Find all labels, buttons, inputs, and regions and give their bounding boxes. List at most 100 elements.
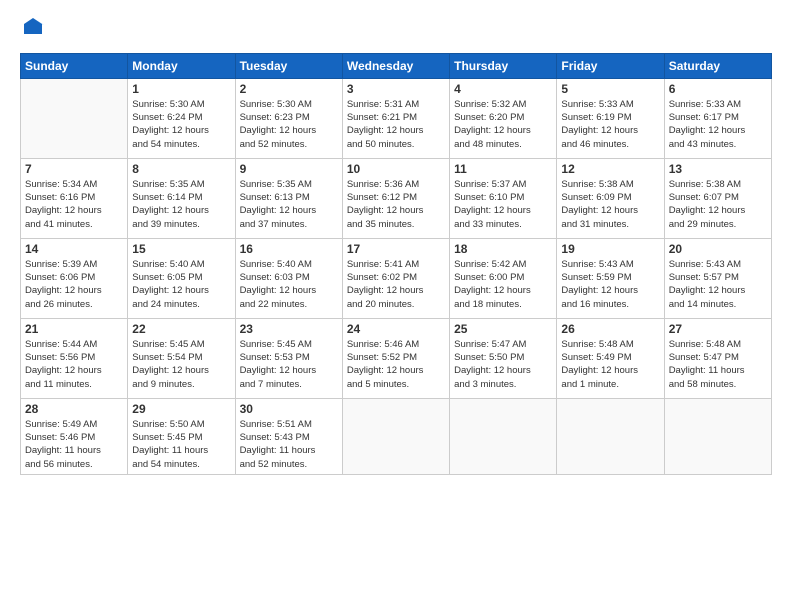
day-info: Sunrise: 5:32 AM Sunset: 6:20 PM Dayligh…	[454, 98, 552, 151]
calendar-cell: 29 Sunrise: 5:50 AM Sunset: 5:45 PM Dayli…	[128, 398, 235, 474]
calendar-cell: 9Sunrise: 5:35 AM Sunset: 6:13 PM Daylig…	[235, 158, 342, 238]
day-number: 11	[454, 162, 552, 176]
calendar-body: 1 Sunrise: 5:30 AM Sunset: 6:24 PM Daylig…	[21, 78, 772, 474]
day-number: 2	[240, 82, 338, 96]
header	[20, 16, 772, 43]
calendar-cell: 3 Sunrise: 5:31 AM Sunset: 6:21 PM Daylig…	[342, 78, 449, 158]
day-info: Sunrise: 5:51 AM Sunset: 5:43 PM Dayligh…	[240, 418, 338, 471]
calendar-cell: 15 Sunrise: 5:40 AM Sunset: 6:05 PM Dayli…	[128, 238, 235, 318]
day-info: Sunrise: 5:30 AM Sunset: 6:24 PM Dayligh…	[132, 98, 230, 151]
day-info: Sunrise: 5:38 AM Sunset: 6:09 PM Dayligh…	[561, 178, 659, 231]
day-number: 27	[669, 322, 767, 336]
calendar-cell: 13 Sunrise: 5:38 AM Sunset: 6:07 PM Dayli…	[664, 158, 771, 238]
calendar-cell	[664, 398, 771, 474]
day-info: Sunrise: 5:45 AM Sunset: 5:53 PM Dayligh…	[240, 338, 338, 391]
calendar-day-header: Friday	[557, 53, 664, 78]
calendar-cell: 16Sunrise: 5:40 AM Sunset: 6:03 PM Dayli…	[235, 238, 342, 318]
calendar-cell	[450, 398, 557, 474]
day-number: 4	[454, 82, 552, 96]
day-number: 15	[132, 242, 230, 256]
calendar-day-header: Saturday	[664, 53, 771, 78]
day-info: Sunrise: 5:45 AM Sunset: 5:54 PM Dayligh…	[132, 338, 230, 391]
day-info: Sunrise: 5:40 AM Sunset: 6:03 PM Dayligh…	[240, 258, 338, 311]
day-info: Sunrise: 5:39 AM Sunset: 6:06 PM Dayligh…	[25, 258, 123, 311]
day-info: Sunrise: 5:36 AM Sunset: 6:12 PM Dayligh…	[347, 178, 445, 231]
calendar-cell: 26Sunrise: 5:48 AM Sunset: 5:49 PM Dayli…	[557, 318, 664, 398]
day-number: 19	[561, 242, 659, 256]
day-number: 26	[561, 322, 659, 336]
day-number: 25	[454, 322, 552, 336]
calendar-cell: 10 Sunrise: 5:36 AM Sunset: 6:12 PM Dayli…	[342, 158, 449, 238]
calendar-cell: 4 Sunrise: 5:32 AM Sunset: 6:20 PM Daylig…	[450, 78, 557, 158]
calendar-day-header: Tuesday	[235, 53, 342, 78]
day-number: 5	[561, 82, 659, 96]
calendar-week-row: 14Sunrise: 5:39 AM Sunset: 6:06 PM Dayli…	[21, 238, 772, 318]
calendar-cell: 28 Sunrise: 5:49 AM Sunset: 5:46 PM Dayli…	[21, 398, 128, 474]
day-number: 20	[669, 242, 767, 256]
day-number: 29	[132, 402, 230, 416]
logo-text	[20, 16, 44, 43]
day-number: 3	[347, 82, 445, 96]
day-info: Sunrise: 5:43 AM Sunset: 5:59 PM Dayligh…	[561, 258, 659, 311]
calendar-cell	[557, 398, 664, 474]
calendar-cell: 6 Sunrise: 5:33 AM Sunset: 6:17 PM Daylig…	[664, 78, 771, 158]
calendar-day-header: Sunday	[21, 53, 128, 78]
day-info: Sunrise: 5:42 AM Sunset: 6:00 PM Dayligh…	[454, 258, 552, 311]
day-number: 22	[132, 322, 230, 336]
calendar-week-row: 21Sunrise: 5:44 AM Sunset: 5:56 PM Dayli…	[21, 318, 772, 398]
calendar-cell: 22 Sunrise: 5:45 AM Sunset: 5:54 PM Dayli…	[128, 318, 235, 398]
day-number: 7	[25, 162, 123, 176]
day-info: Sunrise: 5:35 AM Sunset: 6:13 PM Dayligh…	[240, 178, 338, 231]
calendar-week-row: 1 Sunrise: 5:30 AM Sunset: 6:24 PM Daylig…	[21, 78, 772, 158]
day-info: Sunrise: 5:30 AM Sunset: 6:23 PM Dayligh…	[240, 98, 338, 151]
day-number: 12	[561, 162, 659, 176]
calendar-cell: 27 Sunrise: 5:48 AM Sunset: 5:47 PM Dayli…	[664, 318, 771, 398]
day-info: Sunrise: 5:31 AM Sunset: 6:21 PM Dayligh…	[347, 98, 445, 151]
day-info: Sunrise: 5:38 AM Sunset: 6:07 PM Dayligh…	[669, 178, 767, 231]
calendar-cell: 11Sunrise: 5:37 AM Sunset: 6:10 PM Dayli…	[450, 158, 557, 238]
day-info: Sunrise: 5:46 AM Sunset: 5:52 PM Dayligh…	[347, 338, 445, 391]
day-number: 24	[347, 322, 445, 336]
day-number: 10	[347, 162, 445, 176]
day-info: Sunrise: 5:33 AM Sunset: 6:19 PM Dayligh…	[561, 98, 659, 151]
day-number: 18	[454, 242, 552, 256]
calendar-cell: 2 Sunrise: 5:30 AM Sunset: 6:23 PM Daylig…	[235, 78, 342, 158]
day-info: Sunrise: 5:33 AM Sunset: 6:17 PM Dayligh…	[669, 98, 767, 151]
day-info: Sunrise: 5:48 AM Sunset: 5:47 PM Dayligh…	[669, 338, 767, 391]
calendar-cell: 17 Sunrise: 5:41 AM Sunset: 6:02 PM Dayli…	[342, 238, 449, 318]
calendar-day-header: Wednesday	[342, 53, 449, 78]
calendar: SundayMondayTuesdayWednesdayThursdayFrid…	[20, 53, 772, 475]
day-info: Sunrise: 5:40 AM Sunset: 6:05 PM Dayligh…	[132, 258, 230, 311]
calendar-cell: 23Sunrise: 5:45 AM Sunset: 5:53 PM Dayli…	[235, 318, 342, 398]
day-info: Sunrise: 5:49 AM Sunset: 5:46 PM Dayligh…	[25, 418, 123, 471]
day-number: 8	[132, 162, 230, 176]
calendar-cell: 5 Sunrise: 5:33 AM Sunset: 6:19 PM Daylig…	[557, 78, 664, 158]
calendar-cell: 18 Sunrise: 5:42 AM Sunset: 6:00 PM Dayli…	[450, 238, 557, 318]
calendar-cell	[21, 78, 128, 158]
calendar-cell: 30Sunrise: 5:51 AM Sunset: 5:43 PM Dayli…	[235, 398, 342, 474]
calendar-cell: 24 Sunrise: 5:46 AM Sunset: 5:52 PM Dayli…	[342, 318, 449, 398]
calendar-header-row: SundayMondayTuesdayWednesdayThursdayFrid…	[21, 53, 772, 78]
calendar-cell: 19 Sunrise: 5:43 AM Sunset: 5:59 PM Dayli…	[557, 238, 664, 318]
logo-icon	[22, 16, 44, 38]
day-info: Sunrise: 5:34 AM Sunset: 6:16 PM Dayligh…	[25, 178, 123, 231]
day-number: 1	[132, 82, 230, 96]
calendar-cell: 7 Sunrise: 5:34 AM Sunset: 6:16 PM Daylig…	[21, 158, 128, 238]
day-info: Sunrise: 5:50 AM Sunset: 5:45 PM Dayligh…	[132, 418, 230, 471]
calendar-cell: 20Sunrise: 5:43 AM Sunset: 5:57 PM Dayli…	[664, 238, 771, 318]
day-number: 13	[669, 162, 767, 176]
calendar-week-row: 7 Sunrise: 5:34 AM Sunset: 6:16 PM Daylig…	[21, 158, 772, 238]
calendar-cell: 25 Sunrise: 5:47 AM Sunset: 5:50 PM Dayli…	[450, 318, 557, 398]
day-number: 21	[25, 322, 123, 336]
day-number: 17	[347, 242, 445, 256]
calendar-cell: 8Sunrise: 5:35 AM Sunset: 6:14 PM Daylig…	[128, 158, 235, 238]
logo	[20, 16, 44, 43]
calendar-cell: 1 Sunrise: 5:30 AM Sunset: 6:24 PM Daylig…	[128, 78, 235, 158]
day-number: 28	[25, 402, 123, 416]
day-info: Sunrise: 5:47 AM Sunset: 5:50 PM Dayligh…	[454, 338, 552, 391]
day-info: Sunrise: 5:41 AM Sunset: 6:02 PM Dayligh…	[347, 258, 445, 311]
calendar-day-header: Monday	[128, 53, 235, 78]
calendar-cell: 21Sunrise: 5:44 AM Sunset: 5:56 PM Dayli…	[21, 318, 128, 398]
day-number: 6	[669, 82, 767, 96]
calendar-cell	[342, 398, 449, 474]
